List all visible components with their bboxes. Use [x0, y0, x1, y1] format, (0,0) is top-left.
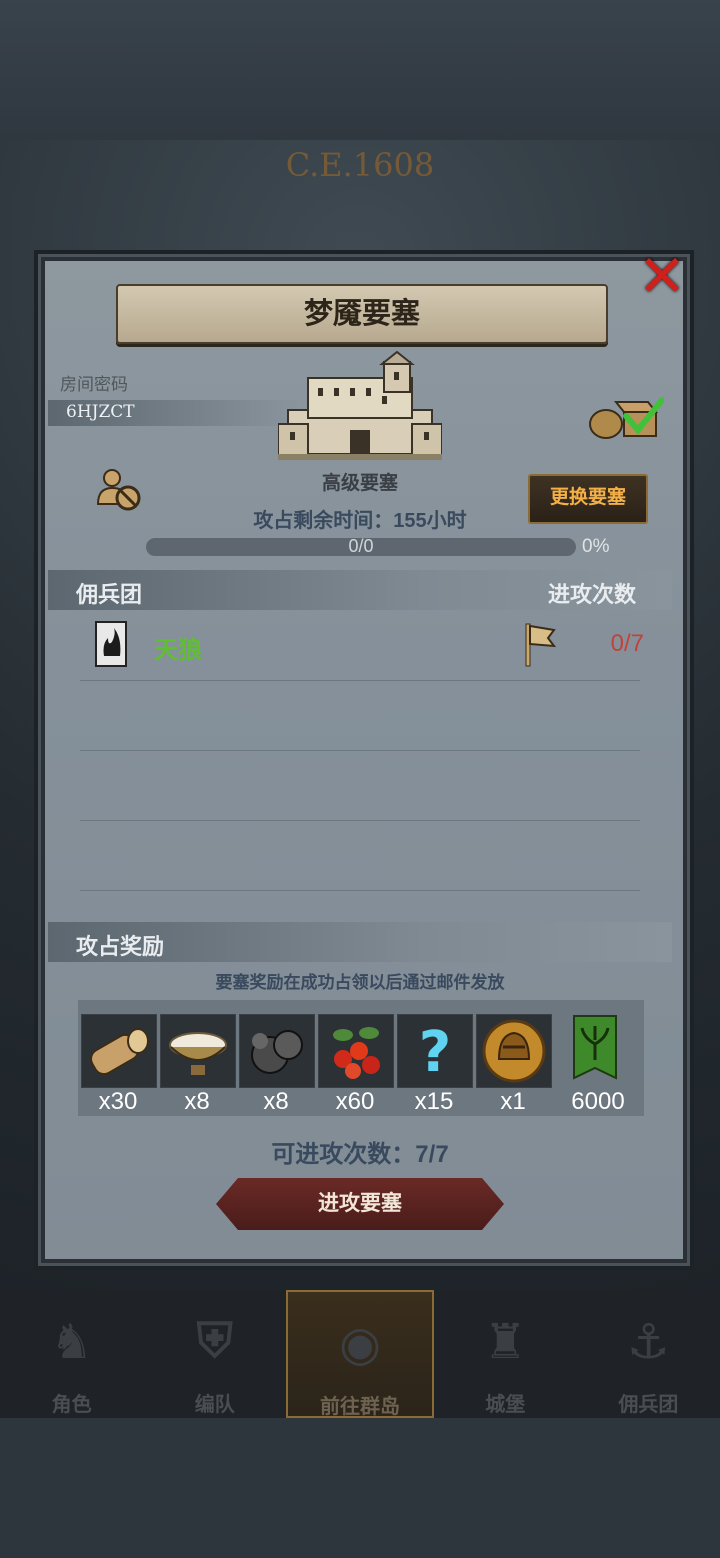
reward-item[interactable]: [81, 1014, 157, 1088]
rewards-note: 要塞奖励在成功占领以后通过邮件发放: [215, 973, 505, 992]
nav-item-character[interactable]: ♞ 角色: [0, 1290, 143, 1418]
close-icon: ✕: [637, 244, 687, 309]
modal-title: 梦魇要塞: [116, 284, 608, 344]
row-divider: [80, 890, 640, 891]
row-divider: [80, 820, 640, 821]
reward-quantity: x30: [98, 1088, 138, 1115]
wood-log-icon: [90, 1028, 149, 1076]
mercenary-attack-count: 0/7: [610, 630, 644, 657]
nav-item-castle[interactable]: ♜ 城堡: [434, 1290, 577, 1418]
fortress-icon: [278, 350, 442, 460]
reward-item[interactable]: ?: [397, 1014, 473, 1088]
row-divider: [80, 680, 640, 681]
row-divider: [80, 750, 640, 751]
reward-item[interactable]: [558, 1014, 632, 1086]
nav-label-castle: 城堡: [485, 1394, 526, 1416]
armor-icon: ⛨: [196, 1315, 233, 1368]
top-backdrop: [0, 0, 720, 140]
remaining-attempts: 可进攻次数：7/7: [271, 1141, 449, 1168]
reward-quantity: x8: [184, 1088, 210, 1115]
progress-count: 0/0: [348, 536, 374, 556]
occupation-timer: 攻占剩余时间：155小时: [253, 510, 467, 532]
bottom-nav: ♞ 角色 ⛨ 编队 ◉ 前往群岛 ♜ 城堡 ⚓ 佣兵团: [0, 1290, 720, 1418]
era-label: C.E.1608: [285, 146, 435, 184]
attack-fortress-button[interactable]: 进攻要塞: [216, 1178, 504, 1230]
reward-item[interactable]: [239, 1014, 315, 1088]
golden-helmet-coin-icon: [482, 1019, 546, 1083]
nav-label-formation: 编队: [194, 1394, 235, 1416]
change-fortress-button[interactable]: 更换要塞: [528, 474, 648, 524]
milk-bowl-icon: [169, 1032, 227, 1075]
knight-helmet-icon: ♞: [50, 1316, 94, 1369]
reward-quantity: x8: [263, 1088, 289, 1115]
room-code-label: 房间密码: [60, 375, 128, 394]
reward-item[interactable]: [160, 1014, 236, 1088]
guild-banner-icon: [573, 1015, 617, 1080]
bottom-backdrop: [0, 1418, 720, 1558]
nav-item-islands[interactable]: ◉ 前往群岛: [286, 1290, 434, 1418]
rewards-header: 攻占奖励: [76, 934, 165, 959]
user-blocked-icon[interactable]: [96, 466, 144, 514]
room-code-value: 6HJZCT: [66, 402, 135, 422]
fortress-type-label: 高级要塞: [321, 473, 398, 494]
svg-text:?: ?: [419, 1020, 451, 1085]
nav-item-formation[interactable]: ⛨ 编队: [143, 1290, 286, 1418]
reward-quantity: x15: [414, 1088, 454, 1115]
mercenary-header: 佣兵团: [76, 582, 143, 607]
castle-icon: ♜: [483, 1316, 527, 1369]
flag-icon: [525, 623, 557, 667]
ore-icon: [251, 1030, 303, 1074]
progress-percent: 0%: [582, 536, 610, 557]
attack-count-header: 进攻次数: [548, 582, 637, 607]
berries-icon: [333, 1027, 380, 1079]
mercenary-name[interactable]: 天狼: [154, 630, 202, 665]
mystery-question-icon: ?: [419, 1020, 451, 1085]
nav-item-mercenary[interactable]: ⚓ 佣兵团: [577, 1290, 720, 1418]
nav-label-islands: 前往群岛: [320, 1396, 400, 1418]
reward-quantity: x1: [500, 1088, 526, 1115]
reward-quantity: 6000: [571, 1088, 625, 1115]
reward-quantity: x60: [335, 1088, 375, 1115]
close-button[interactable]: ✕: [636, 248, 688, 306]
nav-label-character: 角色: [51, 1394, 92, 1416]
compass-map-icon: ◉: [339, 1318, 381, 1371]
nav-label-mercenary: 佣兵团: [618, 1394, 679, 1416]
mercenary-ship-icon: ⚓: [626, 1316, 670, 1369]
reward-item[interactable]: [318, 1014, 394, 1088]
wolf-banner-icon: [95, 621, 127, 667]
reward-item[interactable]: [476, 1014, 552, 1088]
loot-claimed-icon[interactable]: [584, 392, 664, 440]
